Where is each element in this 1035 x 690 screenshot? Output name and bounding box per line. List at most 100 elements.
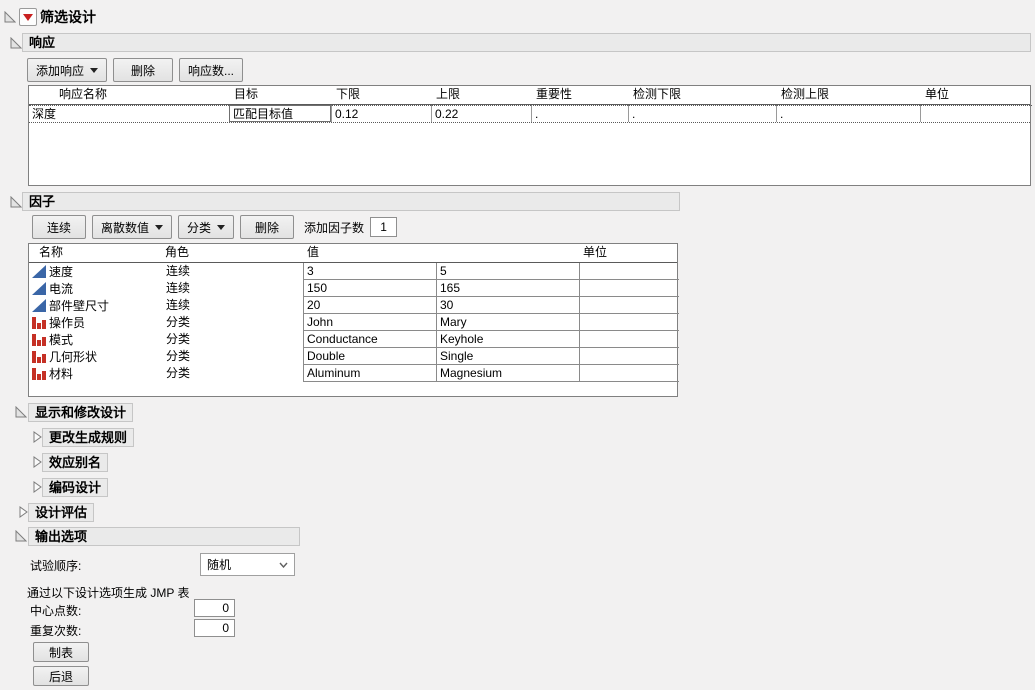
add-factors-count-input[interactable]: 1 [370,217,397,237]
add-response-label: 添加响应 [36,62,84,79]
discrete-numeric-button[interactable]: 离散数值 [92,215,172,239]
col-header-response-name: 响应名称 [29,86,229,104]
factor-role-cell[interactable]: 连续 [161,263,303,280]
factor-value2-cell[interactable]: 5 [436,263,579,280]
categorical-button[interactable]: 分类 [178,215,234,239]
factors-table: 名称 角色 值 单位 速度 连续 3 5 电流 连续 150 165 [28,243,678,397]
col-header-detect-upper: 检测上限 [776,86,920,104]
factor-value1-cell[interactable]: 3 [303,263,436,280]
factor-name: 材料 [49,366,73,382]
change-generating-rules-header[interactable]: 更改生成规则 [42,428,134,447]
response-name-cell[interactable]: 深度 [29,105,229,122]
add-response-button[interactable]: 添加响应 [27,58,107,82]
page-title: 筛选设计 [40,7,96,27]
factor-value1-cell[interactable]: Aluminum [303,365,436,382]
factor-role-cell[interactable]: 分类 [161,314,303,331]
factor-name: 电流 [49,281,73,297]
make-table-note: 通过以下设计选项生成 JMP 表 [27,584,189,601]
factor-value1-cell[interactable]: John [303,314,436,331]
response-importance-cell[interactable]: . [531,105,628,122]
factor-role-cell[interactable]: 分类 [161,365,303,382]
categorical-icon [32,316,46,329]
factor-units-cell[interactable] [579,280,679,297]
response-upper-cell[interactable]: 0.22 [431,105,531,122]
response-goal-cell[interactable]: 匹配目标值 [229,105,331,122]
back-button[interactable]: 后退 [33,666,89,686]
factor-value2-cell[interactable]: 165 [436,280,579,297]
factor-value2-cell[interactable]: Mary [436,314,579,331]
factor-units-cell[interactable] [579,365,679,382]
factor-value2-cell[interactable]: Keyhole [436,331,579,348]
factor-name-cell[interactable]: 电流 [29,280,161,297]
continuous-icon [32,299,46,312]
continuous-icon [32,265,46,278]
factor-name: 模式 [49,332,73,348]
collapse-triangle-icon[interactable] [4,11,16,23]
collapse-triangle-icon[interactable] [15,406,27,418]
collapse-triangle-icon[interactable] [15,530,27,542]
response-units-cell[interactable] [920,105,1032,122]
output-options-header[interactable]: 输出选项 [28,527,300,546]
factor-row: 部件壁尺寸 连续 20 30 [29,297,677,314]
factor-name-cell[interactable]: 操作员 [29,314,161,331]
factor-name-cell[interactable]: 几何形状 [29,348,161,365]
factor-role-cell[interactable]: 分类 [161,331,303,348]
factor-value2-cell[interactable]: Magnesium [436,365,579,382]
dropdown-caret-icon [90,68,98,73]
delete-response-button[interactable]: 删除 [113,58,173,82]
red-triangle-icon [23,14,33,21]
factor-units-cell[interactable] [579,263,679,280]
factors-table-header: 名称 角色 值 单位 [29,244,677,263]
design-evaluation-header[interactable]: 设计评估 [28,503,94,522]
factor-value1-cell[interactable]: 20 [303,297,436,314]
factor-row: 几何形状 分类 Double Single [29,348,677,365]
aliasing-of-effects-header[interactable]: 效应别名 [42,453,108,472]
categorical-icon [32,350,46,363]
factor-name: 部件壁尺寸 [49,298,109,314]
collapse-triangle-icon[interactable] [10,37,22,49]
factor-name-cell[interactable]: 部件壁尺寸 [29,297,161,314]
make-table-button[interactable]: 制表 [33,642,89,662]
factor-units-cell[interactable] [579,348,679,365]
dropdown-caret-icon [217,225,225,230]
factor-name: 速度 [49,264,73,280]
display-modify-design-header[interactable]: 显示和修改设计 [28,403,133,422]
factor-role-cell[interactable]: 连续 [161,297,303,314]
factor-value1-cell[interactable]: 150 [303,280,436,297]
responses-section-header[interactable]: 响应 [22,33,1031,52]
factor-units-cell[interactable] [579,331,679,348]
run-order-select[interactable]: 随机 [200,553,295,576]
factor-value2-cell[interactable]: 30 [436,297,579,314]
factor-name-cell[interactable]: 模式 [29,331,161,348]
response-detect-lower-cell[interactable]: . [628,105,776,122]
collapse-triangle-icon[interactable] [10,196,22,208]
number-of-responses-button[interactable]: 响应数... [179,58,243,82]
center-points-input[interactable]: 0 [194,599,235,617]
discrete-numeric-label: 离散数值 [101,219,149,236]
factor-role-cell[interactable]: 分类 [161,348,303,365]
run-order-value: 随机 [207,556,231,573]
factor-name-cell[interactable]: 速度 [29,263,161,280]
red-triangle-menu-button[interactable] [19,8,37,26]
factor-name-cell[interactable]: 材料 [29,365,161,382]
add-factors-label: 添加因子数 [304,219,364,236]
col-header-goal: 目标 [229,86,331,104]
col-header-lower-limit: 下限 [331,86,431,104]
replicates-input[interactable]: 0 [194,619,235,637]
factor-value2-cell[interactable]: Single [436,348,579,365]
coded-design-header[interactable]: 编码设计 [42,478,108,497]
factor-role-cell[interactable]: 连续 [161,280,303,297]
factors-section-header[interactable]: 因子 [22,192,680,211]
responses-table: 响应名称 目标 下限 上限 重要性 检测下限 检测上限 单位 深度 匹配目标值 … [28,85,1031,186]
factor-value1-cell[interactable]: Double [303,348,436,365]
response-lower-cell[interactable]: 0.12 [331,105,431,122]
factor-value1-cell[interactable]: Conductance [303,331,436,348]
continuous-button[interactable]: 连续 [32,215,86,239]
center-points-label: 中心点数: [30,602,81,619]
factor-units-cell[interactable] [579,314,679,331]
delete-factor-button[interactable]: 删除 [240,215,294,239]
factor-row: 操作员 分类 John Mary [29,314,677,331]
col-header-name: 名称 [29,244,161,262]
factor-units-cell[interactable] [579,297,679,314]
response-detect-upper-cell[interactable]: . [776,105,920,122]
